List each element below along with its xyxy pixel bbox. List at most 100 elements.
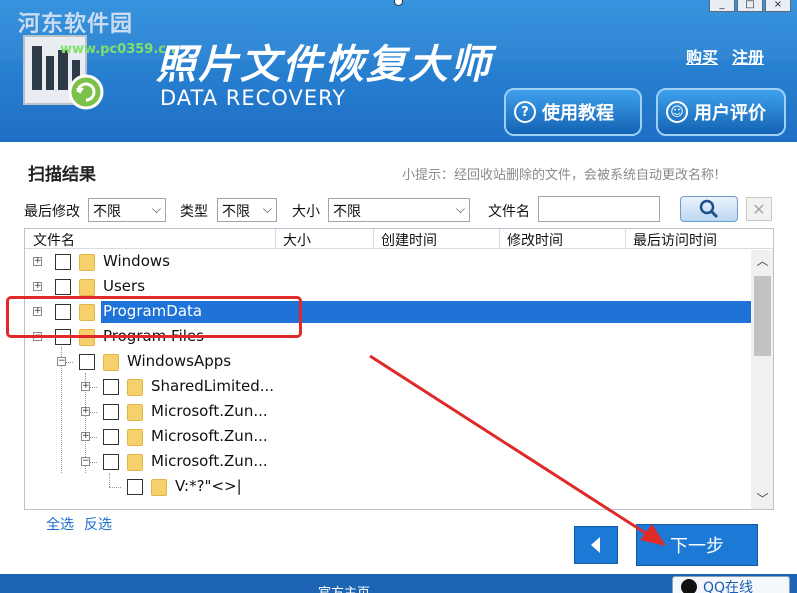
tree-row[interactable]: + Microsoft.Zun...	[25, 401, 751, 423]
close-button[interactable]: ×	[765, 0, 791, 12]
size-label: 大小	[292, 204, 320, 220]
chevron-down-icon: ⌵	[262, 202, 272, 216]
tree-row[interactable]: + SharedLimited...	[25, 376, 751, 398]
expand-toggle[interactable]: +	[33, 282, 42, 291]
folder-icon	[151, 479, 167, 496]
vertical-scrollbar[interactable]: ︿ ﹀	[751, 250, 773, 509]
row-checkbox[interactable]	[79, 354, 95, 370]
last-modified-select[interactable]: 不限 ⌵	[88, 198, 166, 222]
selection-links: 全选 反选	[46, 514, 112, 534]
chevron-down-icon: ⌵	[151, 202, 161, 216]
row-checkbox[interactable]	[127, 479, 143, 495]
column-separator	[373, 229, 374, 249]
column-separator	[499, 229, 500, 249]
invert-select-link[interactable]: 反选	[84, 514, 112, 534]
search-icon	[699, 199, 719, 219]
collapse-toggle[interactable]: −	[33, 332, 42, 341]
footer-homepage-link[interactable]: 官方主页	[318, 582, 370, 593]
collapse-toggle[interactable]: −	[57, 357, 66, 366]
register-link[interactable]: 注册	[732, 44, 764, 68]
row-checkbox[interactable]	[103, 404, 119, 420]
tree-row[interactable]: + Windows	[25, 251, 751, 273]
expand-toggle[interactable]: +	[33, 257, 42, 266]
search-button[interactable]	[680, 196, 738, 222]
row-checkbox[interactable]	[103, 454, 119, 470]
size-select[interactable]: 不限 ⌵	[328, 198, 470, 222]
expand-toggle[interactable]: +	[81, 407, 90, 416]
tree-row[interactable]: V:*?"<>|	[25, 476, 751, 498]
scroll-thumb[interactable]	[754, 276, 771, 356]
row-checkbox[interactable]	[55, 279, 71, 295]
user-review-button-label: 用户评价	[694, 103, 766, 124]
row-checkbox[interactable]	[55, 304, 71, 320]
column-header-size[interactable]: 大小	[283, 230, 311, 250]
row-checkbox[interactable]	[103, 429, 119, 445]
minimize-button[interactable]: _	[709, 0, 735, 12]
tree-row-selected[interactable]: + ProgramData	[25, 301, 751, 323]
user-review-button[interactable]: ☺ 用户评价	[656, 88, 786, 136]
back-button[interactable]	[574, 526, 618, 564]
select-all-link[interactable]: 全选	[46, 514, 74, 534]
row-checkbox[interactable]	[55, 329, 71, 345]
chevron-down-icon: ⌵	[455, 202, 465, 216]
filename-input[interactable]	[538, 196, 660, 222]
row-label: ProgramData	[101, 302, 205, 320]
qq-online-label: QQ在线	[703, 580, 754, 593]
file-tree[interactable]: 文件名 大小 创建时间 修改时间 最后访问时间 + Windows + User…	[24, 228, 774, 510]
tutorial-button[interactable]: ? 使用教程	[504, 88, 642, 136]
row-checkbox[interactable]	[55, 254, 71, 270]
tree-row[interactable]: − WindowsApps	[25, 351, 751, 373]
column-separator	[275, 229, 276, 249]
tip-text: 小提示：经回收站删除的文件，会被系统自动更改名称!	[402, 168, 720, 183]
filename-label: 文件名	[488, 204, 530, 220]
row-checkbox[interactable]	[103, 379, 119, 395]
row-label: Users	[103, 277, 146, 295]
column-separator	[625, 229, 626, 249]
folder-icon	[127, 404, 143, 421]
row-label: Microsoft.Zun...	[151, 452, 268, 470]
tree-row[interactable]: − Microsoft.Zun...	[25, 451, 751, 473]
tree-row[interactable]: + Users	[25, 276, 751, 298]
tree-row[interactable]: + Microsoft.Zun...	[25, 426, 751, 448]
folder-icon	[79, 329, 95, 346]
scroll-down-icon[interactable]: ﹀	[751, 490, 773, 509]
folder-icon	[127, 429, 143, 446]
qq-online-button[interactable]: QQ在线	[672, 576, 790, 593]
buy-link[interactable]: 购买	[686, 44, 718, 68]
folder-icon	[79, 279, 95, 296]
collapse-toggle[interactable]: −	[81, 457, 90, 466]
size-value: 不限	[333, 204, 361, 220]
scroll-up-icon[interactable]: ︿	[751, 252, 773, 272]
chat-icon: ☺	[666, 101, 688, 123]
expand-toggle[interactable]: +	[81, 382, 90, 391]
app-subtitle: DATA RECOVERY	[160, 86, 347, 110]
row-label: SharedLimited...	[151, 377, 275, 395]
expand-toggle[interactable]: +	[81, 432, 90, 441]
expand-toggle[interactable]: +	[33, 307, 42, 316]
clear-filter-button[interactable]: ✕	[746, 197, 772, 221]
app-header: 河东软件园 www.pc0359.cn 照片文件恢复大师 DATA RECOVE…	[0, 0, 797, 142]
qq-penguin-icon	[681, 579, 697, 593]
folder-icon	[79, 254, 95, 271]
window-controls: _ □ ×	[709, 0, 791, 12]
tree-row[interactable]: − Program Files	[25, 326, 751, 348]
top-links: 购买 注册	[686, 44, 764, 68]
column-header-created[interactable]: 创建时间	[381, 230, 437, 250]
column-header-name[interactable]: 文件名	[33, 230, 75, 250]
filter-bar: 最后修改 不限 ⌵ 类型 不限 ⌵ 大小 不限 ⌵ 文件名 ✕	[24, 196, 784, 224]
type-select[interactable]: 不限 ⌵	[217, 198, 277, 222]
scan-results-title: 扫描结果	[28, 165, 96, 185]
maximize-button[interactable]: □	[737, 0, 763, 12]
close-icon: ✕	[752, 199, 766, 219]
row-label: Microsoft.Zun...	[151, 427, 268, 445]
column-header-modified[interactable]: 修改时间	[507, 230, 563, 250]
last-modified-label: 最后修改	[24, 204, 80, 220]
folder-icon	[127, 379, 143, 396]
column-header-accessed[interactable]: 最后访问时间	[633, 230, 717, 250]
watermark-text: 河东软件园	[18, 11, 134, 37]
folder-icon	[103, 354, 119, 371]
next-step-button[interactable]: 下一步	[636, 524, 758, 566]
folder-icon	[79, 304, 95, 321]
row-label: V:*?"<>|	[175, 477, 242, 495]
app-title: 照片文件恢复大师	[156, 42, 492, 88]
